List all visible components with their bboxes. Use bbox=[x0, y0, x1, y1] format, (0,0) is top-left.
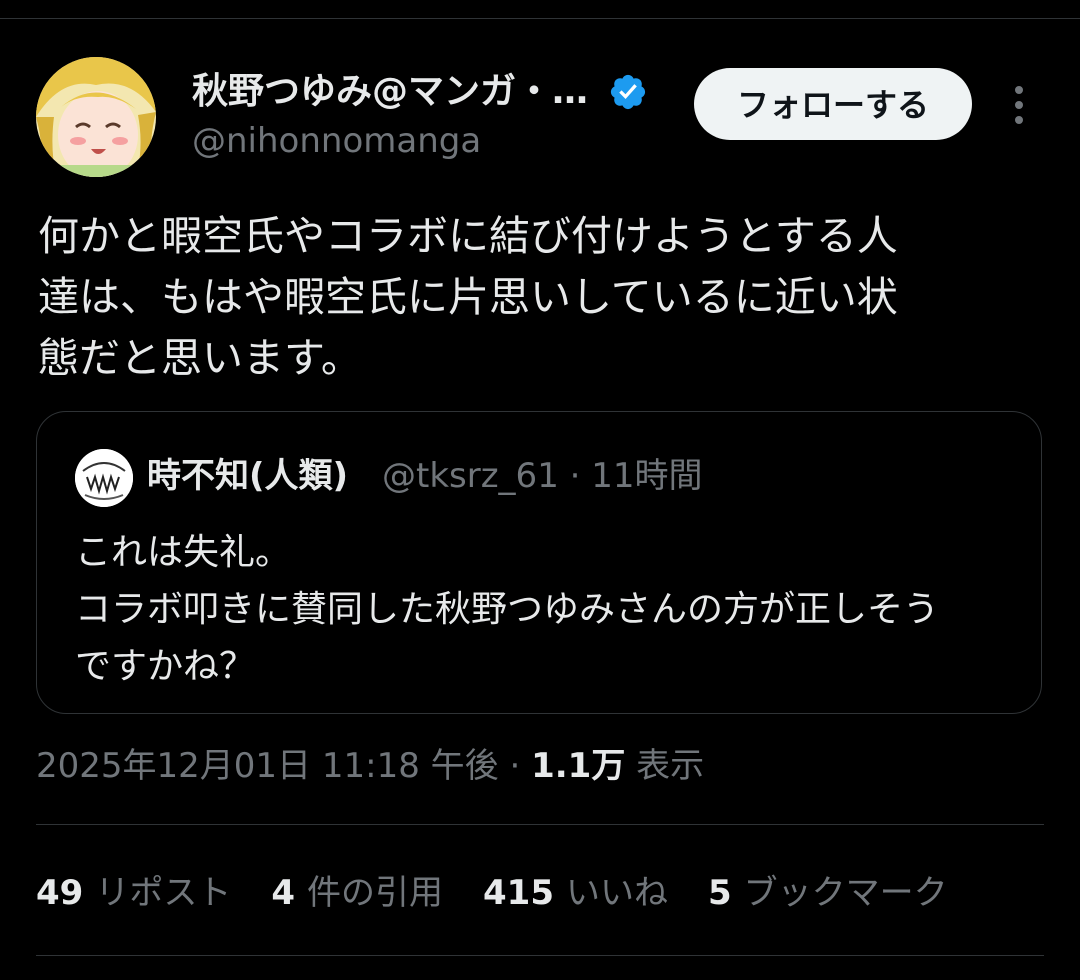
meta-divider bbox=[36, 824, 1044, 825]
author-handle[interactable]: @nihonnomanga bbox=[192, 120, 481, 162]
bottom-divider bbox=[36, 955, 1044, 956]
author-avatar[interactable] bbox=[36, 57, 156, 177]
quote-author-avatar[interactable] bbox=[75, 449, 133, 507]
quote-text: これは失礼。 コラボ叩きに賛同した秋野つゆみさんの方が正しそう ですかね？ bbox=[75, 532, 940, 687]
top-divider bbox=[0, 18, 1080, 19]
meta-separator: · bbox=[498, 746, 532, 786]
follow-button[interactable]: フォローする bbox=[694, 68, 972, 140]
engagement-stats: 49 リポスト 4 件の引用 415 いいね 5 ブックマーク bbox=[36, 870, 988, 916]
tweet-meta: 2025年12月01日 11:18 午後 · 1.1万 表示 bbox=[36, 743, 704, 789]
stat-likes[interactable]: 415 いいね bbox=[483, 870, 668, 916]
stat-bookmarks[interactable]: 5 ブックマーク bbox=[708, 870, 948, 916]
stat-quotes[interactable]: 4 件の引用 bbox=[271, 870, 443, 916]
view-label: 表示 bbox=[625, 746, 705, 786]
tweet-text: 何かと暇空氏やコラボに結び付けようとする人 達は、もはや暇空氏に片思いしているに… bbox=[38, 212, 898, 382]
stat-reposts[interactable]: 49 リポスト bbox=[36, 870, 231, 916]
view-count: 1.1万 bbox=[531, 746, 626, 786]
author-name[interactable]: 秋野つゆみ@マンガ・… bbox=[192, 70, 588, 114]
quote-author-meta: @tksrz_61 · 11時間 bbox=[382, 456, 703, 496]
quote-tweet-card[interactable]: 時不知(人類) @tksrz_61 · 11時間 これは失礼。 コラボ叩きに賛同… bbox=[36, 411, 1042, 714]
quote-author-name: 時不知(人類) bbox=[147, 456, 349, 496]
more-vertical-icon[interactable] bbox=[1004, 84, 1034, 126]
tweet-timestamp[interactable]: 2025年12月01日 11:18 午後 bbox=[36, 746, 499, 786]
verified-badge-icon bbox=[610, 74, 646, 110]
